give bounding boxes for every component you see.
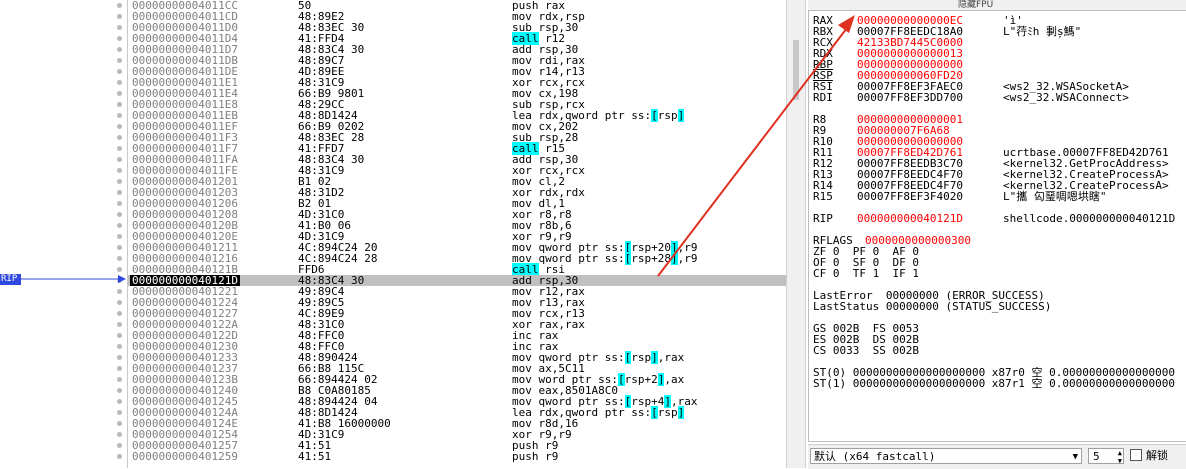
breakpoint-gutter[interactable]: [0, 0, 128, 468]
hide-fpu-label[interactable]: 隐藏FPU: [958, 0, 993, 10]
register-rip[interactable]: RIP 000000000040121D shellcode.00000000004…: [813, 213, 1183, 224]
breakpoint-dot[interactable]: [117, 190, 122, 195]
breakpoint-dot[interactable]: [117, 410, 122, 415]
breakpoint-dot[interactable]: [117, 366, 122, 371]
chevron-down-icon[interactable]: ▼: [1073, 449, 1078, 465]
register-name: R15: [813, 190, 833, 203]
breakpoint-dot[interactable]: [117, 377, 122, 382]
register-name: RIP: [813, 212, 833, 225]
disasm-bytes: 41:51: [298, 450, 332, 463]
fpu-st-row[interactable]: ST(0) 00000000000000000000 x87r0 空 0.000…: [813, 367, 1185, 378]
breakpoint-dot[interactable]: [117, 91, 122, 96]
breakpoint-dot[interactable]: [117, 300, 122, 305]
register-name: RFLAGS: [813, 234, 853, 247]
register-name: RDI: [813, 91, 833, 104]
scrollbar-thumb[interactable]: [793, 40, 799, 100]
arg-count-value: 5: [1093, 450, 1100, 463]
breakpoint-dot[interactable]: [117, 146, 122, 151]
breakpoint-dot[interactable]: [117, 421, 122, 426]
segment-row[interactable]: CS 0033 SS 002B: [813, 345, 1185, 356]
breakpoint-dot[interactable]: [117, 113, 122, 118]
disasm-row[interactable]: 0000000000401259 41:51 push r9: [128, 451, 786, 462]
breakpoint-dot[interactable]: [117, 14, 122, 19]
unlock-checkbox[interactable]: [1130, 449, 1142, 461]
breakpoint-dot[interactable]: [117, 47, 122, 52]
breakpoint-dot[interactable]: [117, 256, 122, 261]
breakpoint-dot[interactable]: [117, 388, 122, 393]
breakpoint-dot[interactable]: [117, 102, 122, 107]
breakpoint-dot[interactable]: [117, 443, 122, 448]
register-r15[interactable]: R15 00007FF8EF3F4020 L"攜 匃琧啁嗯垬瞎": [813, 191, 1183, 202]
segment-row[interactable]: ES 002B DS 002B: [813, 334, 1185, 345]
fpu-st-row[interactable]: ST(1) 00000000000000000000 x87r1 空 0.000…: [813, 378, 1185, 389]
register-comment: L"荇ﾐh 剚ș鰢": [1003, 25, 1082, 38]
breakpoint-dot[interactable]: [117, 36, 122, 41]
register-value[interactable]: 00007FF8EF3DD700: [857, 92, 963, 103]
breakpoint-dot[interactable]: [117, 322, 122, 327]
register-comment: <ws2_32.WSAConnect>: [1003, 91, 1129, 104]
calling-convention-value: 默认 (x64 fastcall): [814, 450, 936, 463]
disasm-instruction: push r9: [512, 450, 559, 463]
breakpoint-dot[interactable]: [117, 25, 122, 30]
register-comment: shellcode.000000000040121D: [1003, 212, 1176, 225]
breakpoint-dot[interactable]: [117, 399, 122, 404]
segment-row[interactable]: GS 002B FS 0053: [813, 323, 1185, 334]
breakpoint-dot[interactable]: [117, 454, 122, 459]
flags-row[interactable]: CF 0 TF 1 IF 1: [813, 268, 1185, 279]
breakpoint-dot[interactable]: [117, 234, 122, 239]
register-value[interactable]: 00007FF8EF3F4020: [857, 191, 963, 202]
breakpoint-dot[interactable]: [117, 355, 122, 360]
breakpoint-dot[interactable]: [117, 179, 122, 184]
breakpoint-dot[interactable]: [117, 289, 122, 294]
breakpoint-dot[interactable]: [117, 80, 122, 85]
last-status: LastStatus 00000000 (STATUS_SUCCESS): [813, 300, 1052, 313]
register-value[interactable]: 000000000040121D: [857, 213, 963, 224]
disassembly-view[interactable]: 00000000004011CC 50 push rax 00000000004011…: [128, 0, 786, 468]
calling-convention-bar: 默认 (x64 fastcall) ▼ 5 ▲ ▼ 解锁: [808, 444, 1186, 469]
breakpoint-dot[interactable]: [117, 432, 122, 437]
arg-count-spinner[interactable]: 5 ▲ ▼: [1088, 448, 1124, 465]
unlock-label: 解锁: [1146, 449, 1168, 462]
register-comment: L"攜 匃琧啁嗯垬瞎": [1003, 190, 1107, 203]
breakpoint-dot[interactable]: [117, 124, 122, 129]
spinner-arrows-icon[interactable]: ▲ ▼: [1118, 449, 1122, 465]
registers-pane[interactable]: RAX 00000000000000EC'ì' RBX 00007FF8EEDC18A…: [808, 10, 1186, 442]
calling-convention-select[interactable]: 默认 (x64 fastcall) ▼: [810, 448, 1082, 464]
breakpoint-dot[interactable]: [117, 3, 122, 8]
breakpoint-dot[interactable]: [117, 311, 122, 316]
register-rdi[interactable]: RDI 00007FF8EF3DD700 <ws2_32.WSAConnect>: [813, 92, 1183, 103]
breakpoint-dot[interactable]: [117, 69, 122, 74]
breakpoint-dot[interactable]: [117, 58, 122, 63]
disasm-address: 0000000000401259: [132, 450, 238, 463]
breakpoint-dot[interactable]: [117, 245, 122, 250]
breakpoint-dot[interactable]: [117, 344, 122, 349]
flags-row[interactable]: ZF 0 PF 0 AF 0: [813, 246, 1185, 257]
breakpoint-dot[interactable]: [117, 333, 122, 338]
breakpoint-dot[interactable]: [117, 168, 122, 173]
register-value[interactable]: 0000000000000300: [865, 235, 971, 246]
rip-arrow-icon: [20, 275, 126, 283]
breakpoint-dot[interactable]: [117, 201, 122, 206]
breakpoint-dot[interactable]: [117, 212, 122, 217]
breakpoint-dot[interactable]: [117, 157, 122, 162]
flags-row[interactable]: OF 0 SF 0 DF 0: [813, 257, 1185, 268]
breakpoint-dot[interactable]: [117, 223, 122, 228]
breakpoint-dot[interactable]: [117, 135, 122, 140]
